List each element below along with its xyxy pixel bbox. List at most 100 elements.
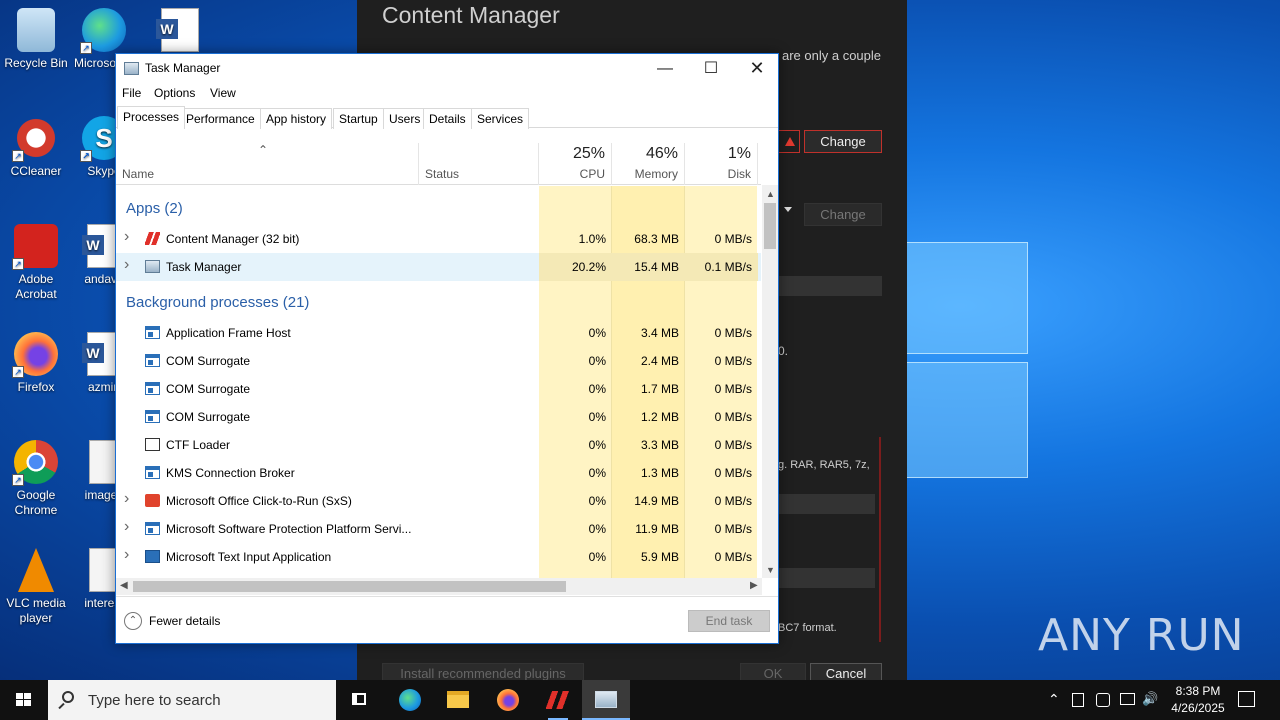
vertical-scrollbar[interactable]: ▲ ▼ (762, 185, 778, 578)
network-icon[interactable] (1120, 693, 1135, 705)
table-row[interactable]: › Microsoft Office Click-to-Run (SxS) 0% 14… (116, 487, 761, 515)
battery-icon[interactable] (1072, 693, 1084, 707)
taskbar-task-manager[interactable] (582, 680, 630, 720)
process-cpu: 0% (588, 438, 606, 452)
title-bar[interactable]: Task Manager — ☐ ✕ (116, 54, 778, 83)
windows-start-icon-part (16, 700, 23, 706)
taskbar-file-explorer[interactable] (434, 680, 482, 720)
table-row[interactable]: KMS Connection Broker 0% 1.3 MB 0 MB/s (116, 459, 761, 487)
desktop-icon-vlc[interactable]: VLC media player (0, 548, 74, 626)
table-row[interactable]: › Content Manager (32 bit) 1.0% 68.3 MB 0 MB… (116, 225, 761, 253)
process-mem: 3.4 MB (640, 326, 679, 340)
desktop-icon-recycle-bin[interactable]: Recycle Bin (0, 8, 74, 71)
close-button[interactable]: ✕ (734, 54, 780, 83)
cm-field[interactable] (779, 276, 882, 296)
taskbar-edge[interactable] (386, 680, 434, 720)
tab-app-history[interactable]: App history (260, 108, 333, 129)
change-button-disabled[interactable]: Change (804, 203, 882, 226)
horizontal-scrollbar[interactable]: ◀ ▶ (116, 578, 762, 595)
desktop-icon-ccleaner[interactable]: ↗ CCleaner (0, 116, 74, 179)
clock-time: 8:38 PM (1175, 684, 1221, 698)
group-apps[interactable]: Apps (2) (126, 200, 183, 217)
process-disk: 0 MB/s (714, 382, 752, 396)
cm-field-3[interactable] (779, 568, 875, 588)
column-status[interactable]: Status (419, 143, 539, 185)
desktop-icon-firefox[interactable]: ↗ Firefox (0, 332, 74, 395)
process-cpu: 0% (588, 522, 606, 536)
tab-processes[interactable]: Processes (117, 106, 186, 129)
desktop-icon-label: Adobe Acrobat (15, 272, 57, 301)
scroll-left-icon[interactable]: ◀ (120, 580, 128, 591)
desktop-icon-word-doc[interactable]: W (150, 8, 210, 56)
cm-field-2[interactable] (779, 494, 875, 514)
chevron-right-icon[interactable]: › (124, 546, 129, 564)
tab-performance[interactable]: Performance (180, 108, 261, 129)
task-view-button[interactable] (336, 680, 384, 720)
table-row[interactable]: COM Surrogate 0% 1.7 MB 0 MB/s (116, 375, 761, 403)
chevron-right-icon[interactable]: › (124, 490, 129, 508)
column-name[interactable]: Name (116, 143, 419, 185)
tab-bar: Processes Performance App history Startu… (116, 106, 778, 129)
process-cpu: 0% (588, 466, 606, 480)
start-button[interactable] (0, 680, 48, 720)
device-icon[interactable] (1096, 693, 1110, 707)
desktop-icon-label: Google Chrome (14, 488, 58, 517)
table-row[interactable]: › Microsoft Text Input Application 0% 5.9 M… (116, 543, 761, 571)
chevron-up-icon[interactable]: ⌃ (124, 612, 142, 630)
tab-startup[interactable]: Startup (333, 108, 384, 129)
volume-icon[interactable]: 🔊 (1142, 691, 1158, 707)
process-name: COM Surrogate (166, 410, 251, 424)
change-button[interactable]: Change (804, 130, 882, 153)
notifications-icon[interactable] (1238, 691, 1255, 707)
table-row[interactable]: CTF Loader 0% 3.3 MB 0 MB/s (116, 431, 761, 459)
menu-file[interactable]: File (122, 86, 141, 100)
ok-button[interactable]: OK (740, 663, 806, 680)
process-name: Microsoft Office Click-to-Run (SxS) (166, 494, 352, 508)
chevron-right-icon[interactable]: › (124, 228, 129, 246)
minimize-button[interactable]: — (642, 54, 688, 83)
scroll-up-icon[interactable]: ▲ (766, 189, 775, 199)
process-cpu: 0% (588, 410, 606, 424)
task-manager-window: Task Manager — ☐ ✕ File Options View Pro… (115, 53, 779, 644)
column-memory[interactable]: 46% Memory (612, 143, 685, 185)
cancel-button[interactable]: Cancel (810, 663, 882, 680)
scroll-thumb[interactable] (764, 203, 776, 249)
install-plugins-button[interactable]: Install recommended plugins (382, 663, 584, 680)
end-task-button[interactable]: End task (688, 610, 770, 632)
chevron-up-icon[interactable]: ⌃ (1048, 691, 1060, 708)
tab-services[interactable]: Services (471, 108, 530, 129)
taskbar-firefox[interactable] (484, 680, 532, 720)
column-cpu[interactable]: 25% CPU (539, 143, 612, 185)
group-background[interactable]: Background processes (21) (126, 294, 309, 311)
scroll-down-icon[interactable]: ▼ (766, 565, 775, 575)
desktop-icon-chrome[interactable]: ↗ Google Chrome (0, 440, 74, 518)
dropdown-arrow-icon[interactable] (784, 207, 792, 212)
table-row[interactable]: COM Surrogate 0% 2.4 MB 0 MB/s (116, 347, 761, 375)
windows-start-icon (16, 693, 23, 699)
tab-users[interactable]: Users (383, 108, 427, 129)
table-row[interactable]: › Microsoft Software Protection Platform … (116, 515, 761, 543)
tab-details[interactable]: Details (423, 108, 472, 129)
menu-view[interactable]: View (210, 86, 236, 100)
scroll-right-icon[interactable]: ▶ (750, 580, 758, 591)
taskbar-content-manager[interactable] (534, 680, 582, 720)
column-disk[interactable]: 1% Disk (685, 143, 758, 185)
search-icon-handle (58, 702, 65, 710)
table-row[interactable]: › Task Manager 20.2% 15.4 MB 0.1 MB/s (116, 253, 761, 281)
cm-divider (879, 437, 881, 642)
table-row[interactable]: Application Frame Host 0% 3.4 MB 0 MB/s (116, 319, 761, 347)
taskbar-search[interactable]: Type here to search (48, 680, 336, 720)
desktop-icon-acrobat[interactable]: ↗ Adobe Acrobat (0, 224, 74, 302)
menu-options[interactable]: Options (154, 86, 195, 100)
hscroll-thumb[interactable] (133, 581, 566, 592)
cm-text-mid: 0. (778, 344, 789, 358)
chevron-right-icon[interactable]: › (124, 518, 129, 536)
maximize-button[interactable]: ☐ (688, 54, 734, 83)
search-placeholder: Type here to search (88, 692, 221, 709)
table-row[interactable]: COM Surrogate 0% 1.2 MB 0 MB/s (116, 403, 761, 431)
clock[interactable]: 8:38 PM 4/26/2025 (1158, 683, 1238, 717)
fewer-details-link[interactable]: Fewer details (149, 614, 220, 628)
task-view-icon (352, 693, 366, 705)
chevron-right-icon[interactable]: › (124, 256, 129, 274)
cm-text-top: are only a couple (782, 48, 882, 63)
